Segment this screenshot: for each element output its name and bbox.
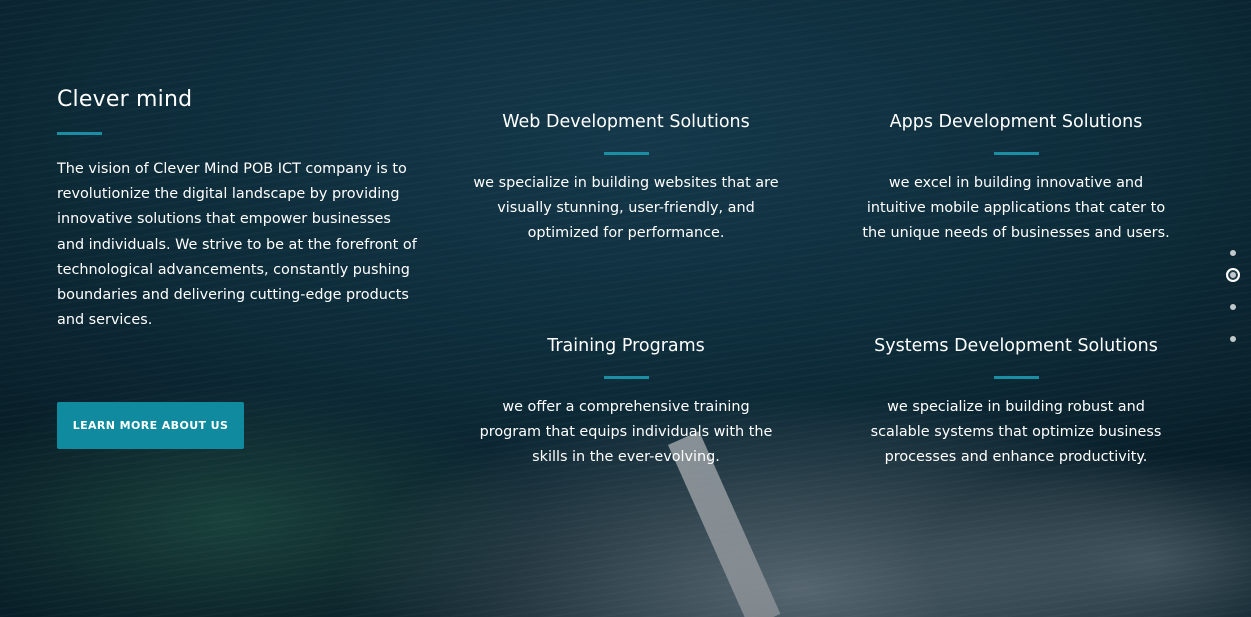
service-title: Systems Development Solutions xyxy=(874,336,1158,356)
service-training-programs: Training Programs we offer a comprehensi… xyxy=(471,334,781,484)
service-title-underline xyxy=(603,376,649,379)
service-description: we offer a comprehensive training progra… xyxy=(479,399,773,465)
dot-icon xyxy=(1230,304,1236,310)
dot-icon xyxy=(1230,336,1236,342)
about-block: Clever mind The vision of Clever Mind PO… xyxy=(57,84,417,348)
service-title-underline xyxy=(993,376,1039,379)
service-description: we excel in building innovative and intu… xyxy=(862,175,1170,241)
section-nav-dot-1[interactable] xyxy=(1224,247,1242,259)
service-title: Web Development Solutions xyxy=(502,112,750,132)
about-title: Clever mind xyxy=(57,87,193,112)
dot-icon xyxy=(1230,250,1236,256)
service-description: we specialize in building robust and sca… xyxy=(870,399,1162,465)
active-dot-icon xyxy=(1226,268,1240,282)
service-title-underline xyxy=(603,152,649,155)
service-systems-development: Systems Development Solutions we special… xyxy=(861,334,1171,484)
learn-more-button[interactable]: LEARN MORE ABOUT US xyxy=(57,402,244,449)
service-title: Apps Development Solutions xyxy=(889,112,1143,132)
section-nav-dot-4[interactable] xyxy=(1224,323,1242,355)
section-nav-dot-3[interactable] xyxy=(1224,291,1242,323)
section-nav-dot-2[interactable] xyxy=(1224,259,1242,291)
service-web-development: Web Development Solutions we specialize … xyxy=(471,110,781,260)
service-apps-development: Apps Development Solutions we excel in b… xyxy=(861,110,1171,260)
service-title: Training Programs xyxy=(547,336,705,356)
service-title-underline xyxy=(993,152,1039,155)
about-description: The vision of Clever Mind POB ICT compan… xyxy=(57,161,417,329)
hero-section: Clever mind The vision of Clever Mind PO… xyxy=(0,0,1251,617)
service-description: we specialize in building websites that … xyxy=(473,175,779,241)
section-nav-dots xyxy=(1224,247,1242,355)
about-title-underline xyxy=(57,132,102,135)
